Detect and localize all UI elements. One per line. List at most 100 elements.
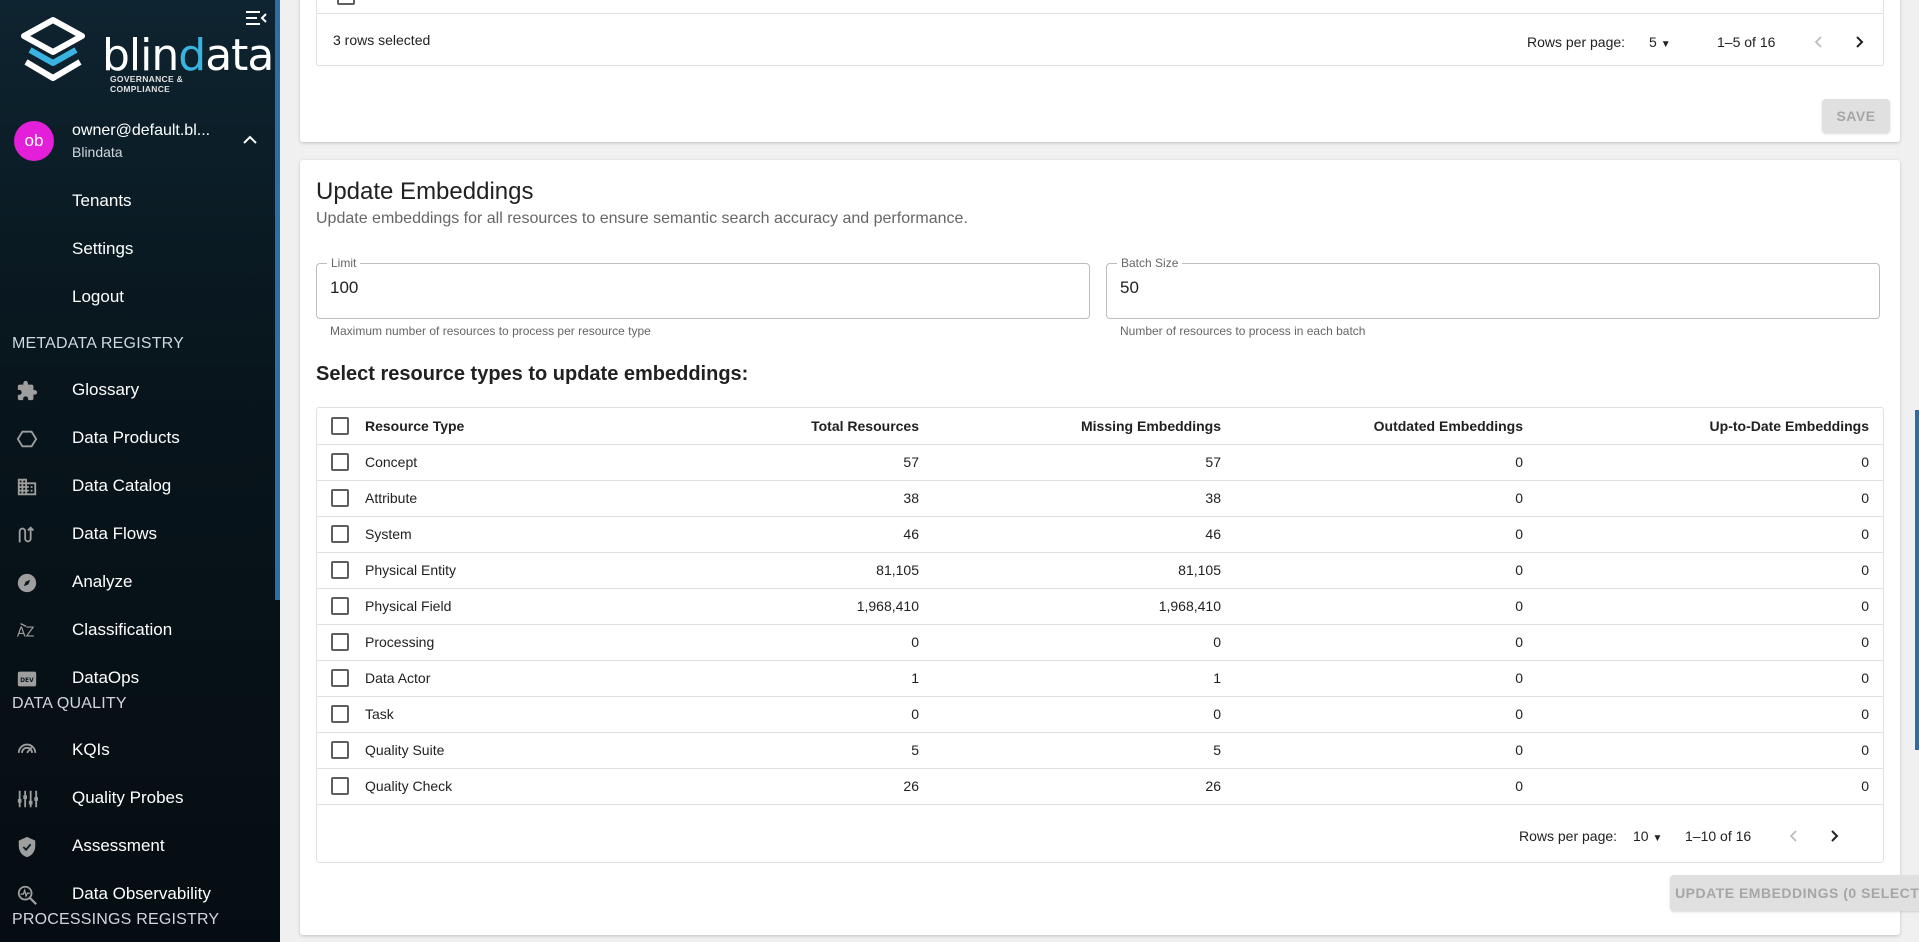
building-icon	[17, 478, 37, 496]
count-cell: 0	[1235, 768, 1537, 805]
row-checkbox-cell	[317, 516, 363, 553]
sidebar-item-data-catalog[interactable]: Data Catalog	[0, 466, 275, 506]
sidebar-item-label: Data Observability	[72, 884, 211, 903]
row-checkbox-cell	[317, 768, 363, 805]
sidebar-item-data-observability[interactable]: Data Observability	[0, 874, 275, 914]
count-cell: 1,968,410	[643, 588, 933, 625]
batch-size-input[interactable]	[1120, 278, 1815, 298]
row-checkbox-cell	[317, 444, 363, 481]
save-button[interactable]: SAVE	[1822, 99, 1890, 133]
count-cell: 46	[933, 516, 1235, 553]
count-cell: 57	[933, 444, 1235, 481]
page-scrollbar[interactable]	[1915, 410, 1919, 750]
count-cell: 0	[1235, 480, 1537, 517]
rows-per-page-select[interactable]: 10 ▼	[1633, 828, 1662, 844]
sidebar-item-analyze[interactable]: Analyze	[0, 562, 275, 602]
menu-collapse-icon[interactable]	[244, 8, 268, 28]
section-metadata-registry: METADATA REGISTRY	[12, 335, 185, 352]
sidebar-item-label: Classification	[72, 620, 173, 639]
table-row[interactable]: Quality Check 26 26 0 0	[317, 768, 1883, 805]
rows-per-page-select[interactable]: 5 ▼	[1649, 34, 1671, 50]
column-header: Up-to-Date Embeddings	[1537, 408, 1883, 445]
menu-item-logout[interactable]: Logout	[72, 287, 124, 307]
chevron-left-icon[interactable]	[1784, 826, 1804, 846]
page-range: 1–5 of 16	[1717, 34, 1776, 50]
batch-size-label: Batch Size	[1117, 256, 1183, 270]
sidebar-item-label: Data Flows	[72, 524, 158, 543]
row-checkbox[interactable]	[331, 489, 349, 507]
sidebar-item-dataops[interactable]: DEV DataOps	[0, 658, 275, 698]
row-checkbox[interactable]	[331, 741, 349, 759]
row-checkbox[interactable]	[331, 453, 349, 471]
row-checkbox[interactable]	[331, 777, 349, 795]
count-cell: 0	[1537, 588, 1883, 625]
resource-types-heading: Select resource types to update embeddin…	[316, 363, 749, 385]
row-checkbox-cell	[317, 696, 363, 733]
batch-size-field[interactable]: Batch Size	[1106, 256, 1880, 319]
row-checkbox[interactable]	[331, 669, 349, 687]
limit-input[interactable]	[330, 278, 1025, 298]
update-embeddings-button[interactable]: UPDATE EMBEDDINGS (0 SELECTED)	[1670, 875, 1919, 911]
table-row[interactable]: Task 0 0 0 0	[317, 696, 1883, 733]
count-cell: 0	[643, 624, 933, 661]
table-row[interactable]: Physical Field 1,968,410 1,968,410 0 0	[317, 588, 1883, 625]
chevron-up-icon[interactable]	[240, 130, 260, 150]
row-checkbox-cell	[317, 588, 363, 625]
sidebar-item-data-products[interactable]: Data Products	[0, 418, 275, 458]
table-row[interactable]: Concept 57 57 0 0	[317, 444, 1883, 481]
sidebar-item-quality-probes[interactable]: Quality Probes	[0, 778, 275, 818]
user-account-toggle[interactable]: ob owner@default.bl... Blindata	[14, 120, 264, 164]
row-checkbox-cell	[317, 732, 363, 769]
select-all-checkbox[interactable]	[331, 416, 349, 435]
count-cell: 0	[933, 696, 1235, 733]
resource-type-cell: Quality Check	[363, 768, 643, 805]
row-checkbox[interactable]	[331, 705, 349, 723]
sidebar-item-data-flows[interactable]: Data Flows	[0, 514, 275, 554]
table-row[interactable]: System 46 46 0 0	[317, 516, 1883, 553]
sidebar-item-label: DataOps	[72, 668, 140, 687]
menu-item-tenants[interactable]: Tenants	[72, 191, 132, 211]
compass-icon	[17, 573, 37, 593]
card-title: Update Embeddings	[316, 178, 534, 205]
flow-icon	[18, 526, 35, 543]
svg-text:DEV: DEV	[20, 677, 34, 684]
menu-item-settings[interactable]: Settings	[72, 239, 133, 259]
sidebar-item-classification[interactable]: AZ Classification	[0, 610, 275, 650]
user-tenant: Blindata	[72, 144, 123, 160]
column-header: Outdated Embeddings	[1235, 408, 1537, 445]
table-row[interactable]: Physical Entity 81,105 81,105 0 0	[317, 552, 1883, 589]
limit-helper-text: Maximum number of resources to process p…	[330, 324, 651, 338]
row-checkbox-cell	[317, 552, 363, 589]
count-cell: 0	[1235, 516, 1537, 553]
logo-tagline: GOVERNANCE & COMPLIANCE	[110, 74, 184, 94]
probes-icon	[17, 790, 38, 808]
count-cell: 1,968,410	[933, 588, 1235, 625]
row-checkbox[interactable]	[331, 633, 349, 651]
sidebar-item-label: KQIs	[72, 740, 110, 759]
sidebar-item-kqis[interactable]: KQIs	[0, 730, 275, 770]
row-checkbox[interactable]	[337, 0, 355, 5]
chevron-left-icon[interactable]	[1809, 32, 1829, 52]
chevron-right-icon[interactable]	[1824, 826, 1844, 846]
sidebar-item-glossary[interactable]: Glossary	[0, 370, 275, 410]
count-cell: 0	[1537, 732, 1883, 769]
limit-field[interactable]: Limit	[316, 256, 1090, 319]
resource-type-cell: Attribute	[363, 480, 643, 517]
count-cell: 0	[1235, 588, 1537, 625]
row-checkbox[interactable]	[331, 525, 349, 543]
count-cell: 26	[933, 768, 1235, 805]
sidebar-item-label: Data Catalog	[72, 476, 172, 495]
row-checkbox[interactable]	[331, 561, 349, 579]
table-row[interactable]: Attribute 38 38 0 0	[317, 480, 1883, 517]
table-row[interactable]: Data Actor 1 1 0 0	[317, 660, 1883, 697]
table-row[interactable]: Processing 0 0 0 0	[317, 624, 1883, 661]
count-cell: 0	[1235, 660, 1537, 697]
table-row[interactable]: Quality Suite 5 5 0 0	[317, 732, 1883, 769]
shield-check-icon	[18, 836, 36, 858]
chevron-right-icon[interactable]	[1849, 32, 1869, 52]
sidebar-item-assessment[interactable]: Assessment	[0, 826, 275, 866]
update-embeddings-card: Update Embeddings Update embeddings for …	[300, 160, 1919, 935]
count-cell: 0	[1537, 624, 1883, 661]
row-checkbox[interactable]	[331, 597, 349, 615]
count-cell: 1	[643, 660, 933, 697]
